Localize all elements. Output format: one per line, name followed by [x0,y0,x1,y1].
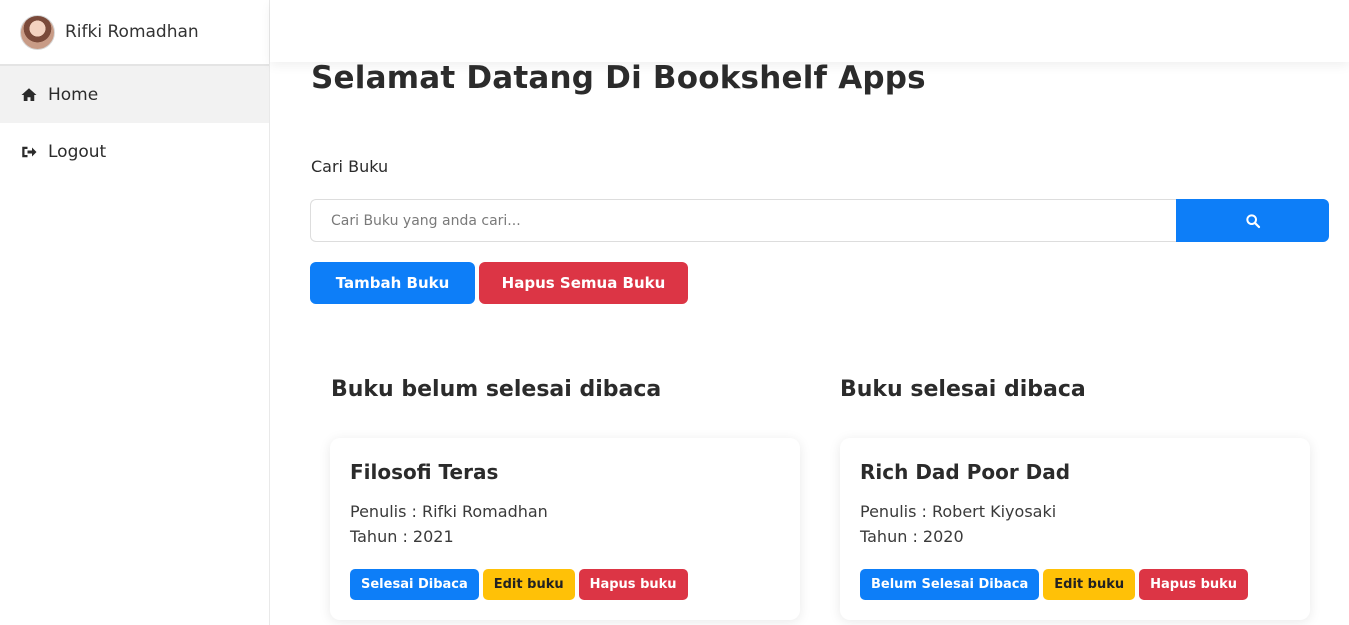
edit-book-button[interactable]: Edit buku [1043,569,1136,600]
home-icon [20,86,38,104]
book-author: Penulis : Robert Kiyosaki [860,502,1057,521]
sidebar-item-logout[interactable]: Logout [0,123,269,180]
page-title: Selamat Datang Di Bookshelf Apps [311,60,926,96]
add-book-button[interactable]: Tambah Buku [310,262,475,304]
mark-unfinished-button[interactable]: Belum Selesai Dibaca [860,569,1040,600]
sidebar-item-home[interactable]: Home [0,66,269,123]
delete-all-books-button[interactable]: Hapus Semua Buku [479,262,688,304]
sidebar-item-label: Logout [48,141,107,162]
book-actions: Selesai Dibaca Edit buku Hapus buku [350,569,780,600]
search-icon [1245,213,1261,229]
book-title: Filosofi Teras [350,460,499,484]
edit-book-button[interactable]: Edit buku [482,569,575,600]
app: Rifki Romadhan Home Logout Selamat Datan… [0,0,1349,625]
delete-book-button[interactable]: Hapus buku [1139,569,1249,600]
read-section-title: Buku selesai dibaca [840,377,1086,402]
top-bar [270,0,1349,62]
delete-book-button[interactable]: Hapus buku [578,569,688,600]
book-year: Tahun : 2021 [350,527,454,546]
sidebar-item-label: Home [48,84,99,105]
mark-finished-button[interactable]: Selesai Dibaca [350,569,479,600]
book-actions: Belum Selesai Dibaca Edit buku Hapus buk… [860,569,1290,600]
book-card: Rich Dad Poor Dad Penulis : Robert Kiyos… [840,438,1310,620]
search-input[interactable] [310,199,1178,242]
book-author: Penulis : Rifki Romadhan [350,502,548,521]
search-button[interactable] [1176,199,1329,242]
sidebar: Rifki Romadhan Home Logout [0,0,270,625]
book-card: Filosofi Teras Penulis : Rifki Romadhan … [330,438,800,620]
profile-header: Rifki Romadhan [0,0,269,66]
logout-icon [20,143,38,161]
profile-name: Rifki Romadhan [65,22,199,42]
unread-section-title: Buku belum selesai dibaca [331,377,662,402]
book-title: Rich Dad Poor Dad [860,460,1071,484]
book-year: Tahun : 2020 [860,527,964,546]
search-label: Cari Buku [311,157,389,176]
avatar [20,14,55,50]
